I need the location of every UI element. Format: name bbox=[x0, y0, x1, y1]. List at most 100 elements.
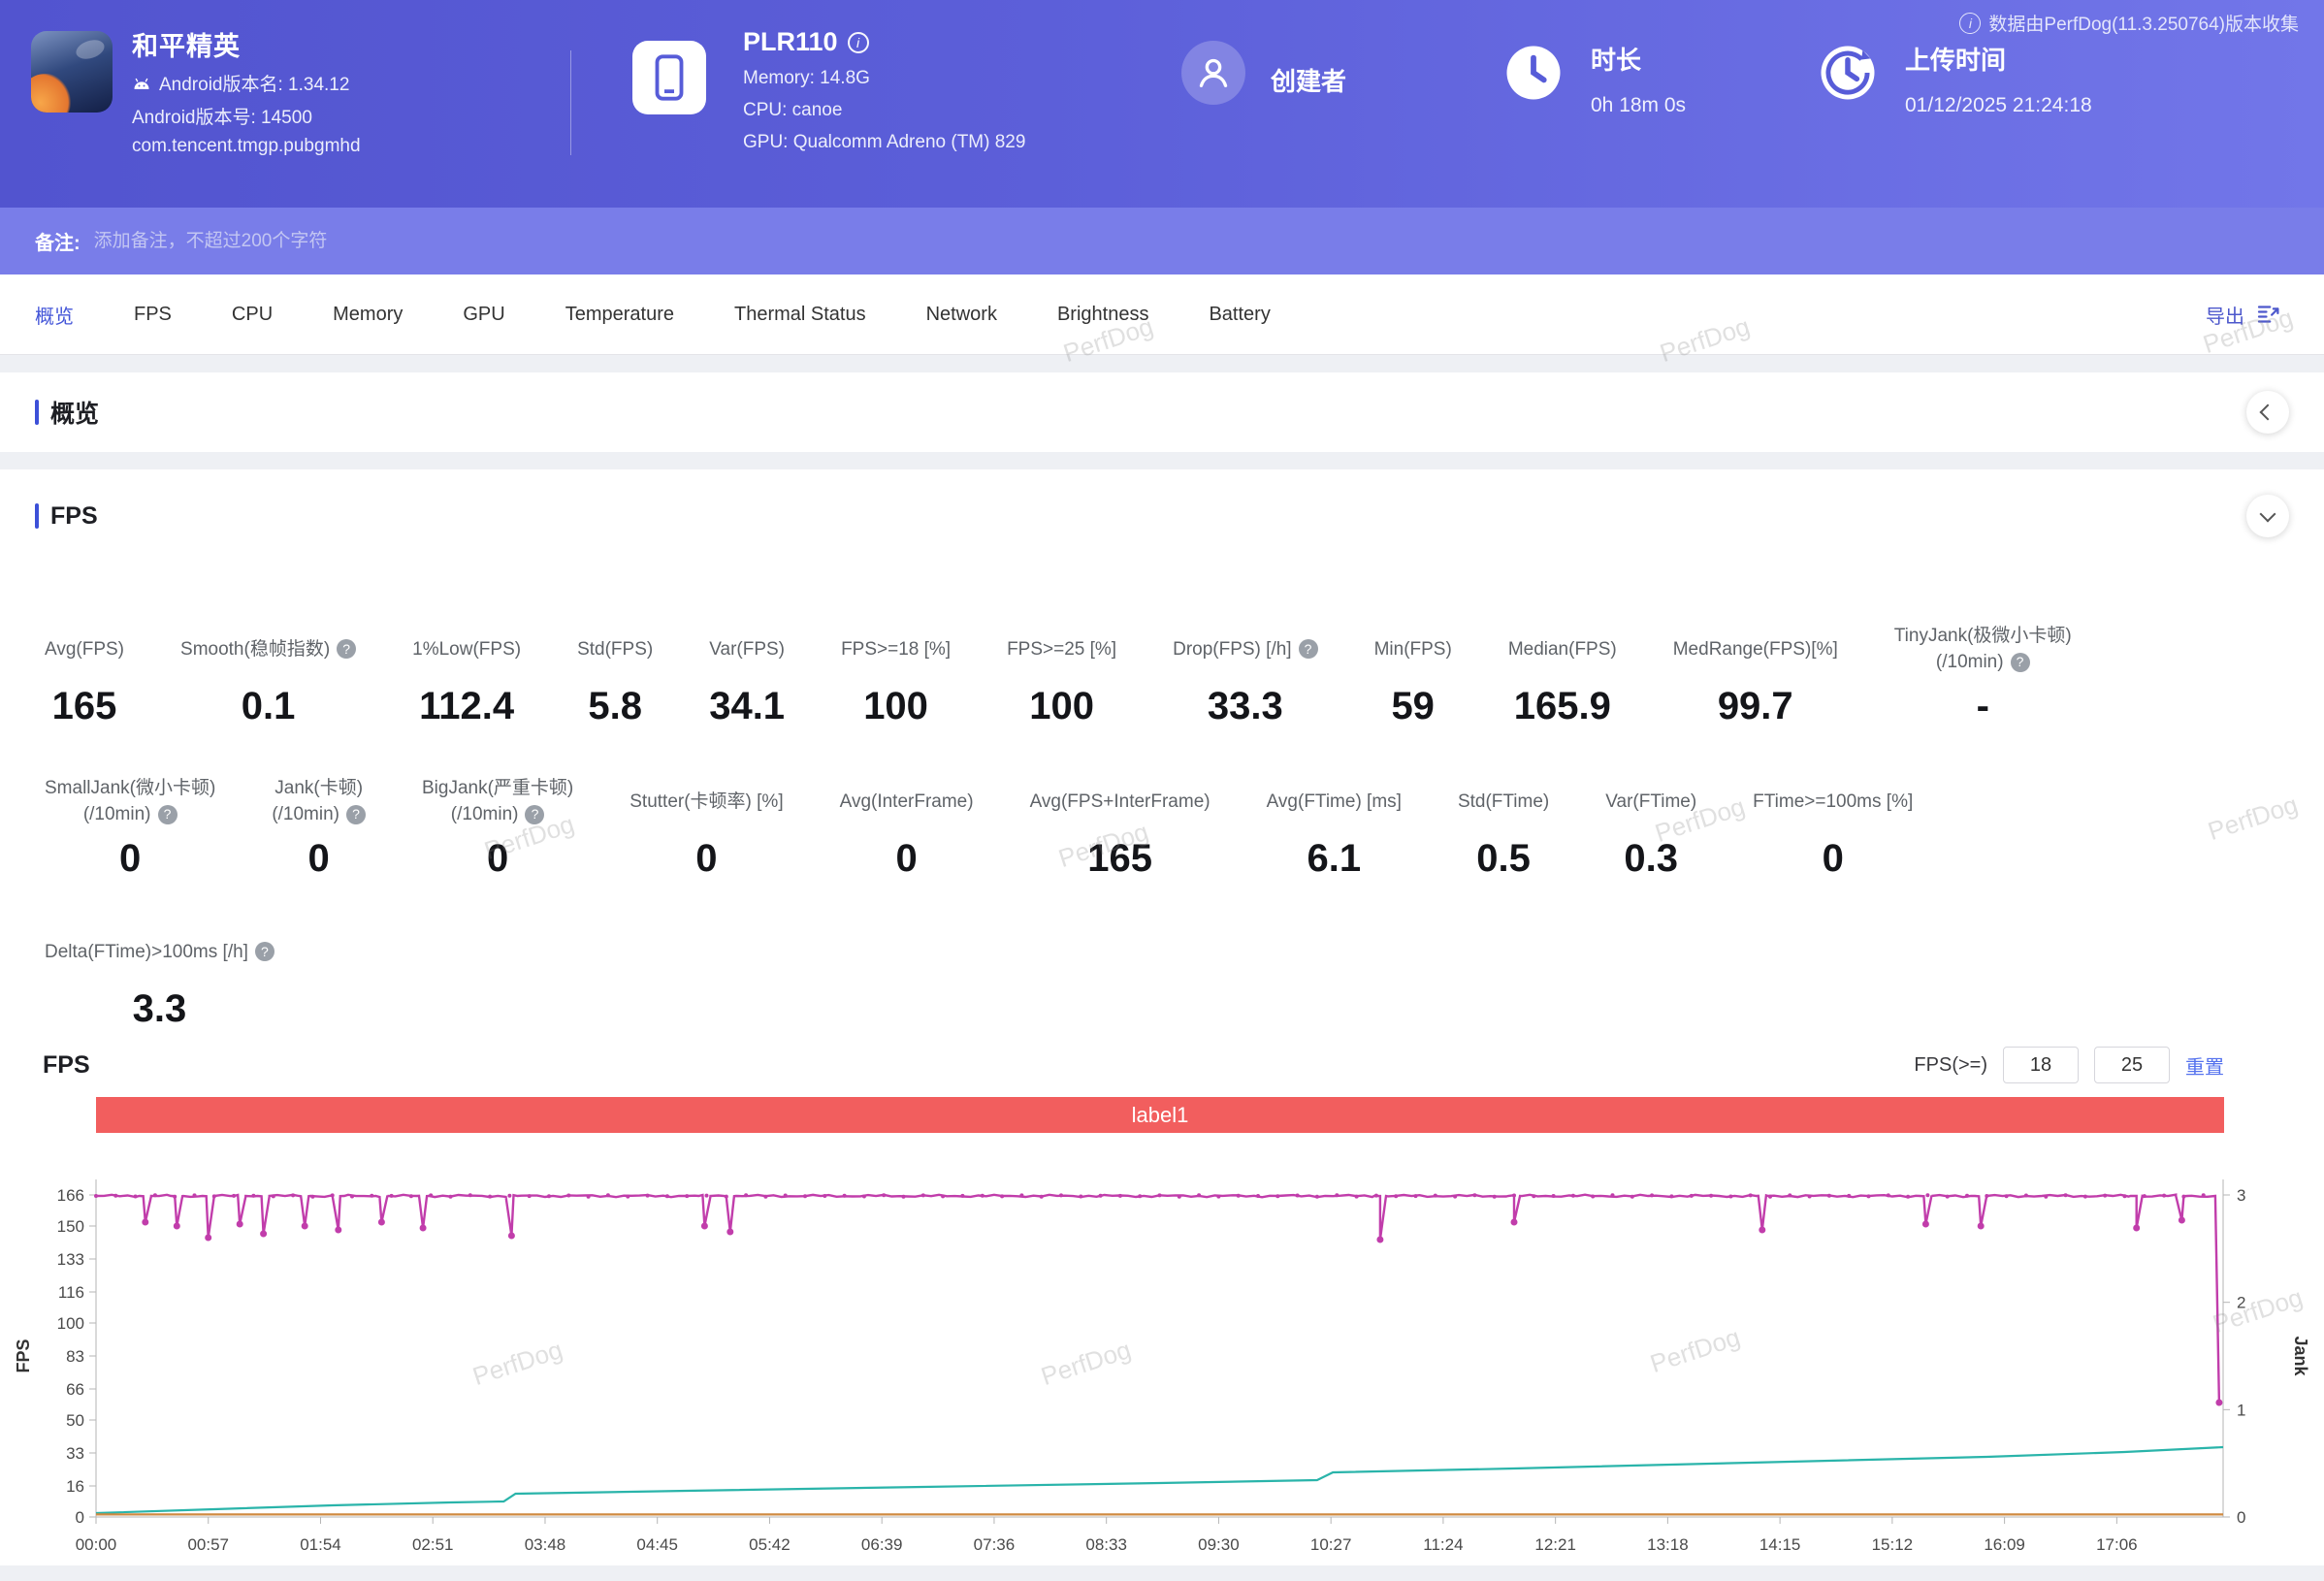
tab-thermal-status[interactable]: Thermal Status bbox=[734, 304, 866, 326]
metric-item: BigJank(严重卡顿)(/10min)?0 bbox=[422, 773, 573, 881]
metric-value: 99.7 bbox=[1718, 685, 1793, 728]
overview-collapse-button[interactable] bbox=[2246, 391, 2289, 434]
metric-value: 0.5 bbox=[1476, 837, 1531, 881]
metric-value: 33.3 bbox=[1208, 685, 1283, 728]
app-info: 和平精英 Android版本名: 1.34.12 Android版本号: 145… bbox=[132, 25, 361, 157]
fps-threshold-input-2[interactable] bbox=[2094, 1047, 2170, 1083]
app-icon bbox=[31, 31, 113, 113]
metric-item: Drop(FPS) [/h]?33.3 bbox=[1173, 621, 1317, 728]
tab-list: 概览 FPS CPU Memory GPU Temperature Thermal Stat… bbox=[35, 301, 1271, 329]
chevron-down-icon bbox=[2260, 505, 2276, 522]
device-info-icon[interactable]: i bbox=[848, 32, 869, 53]
duration-value: 0h 18m 0s bbox=[1591, 94, 1686, 117]
metric-item: Std(FTime)0.5 bbox=[1458, 773, 1549, 881]
svg-text:03:48: 03:48 bbox=[525, 1535, 566, 1554]
collect-info-text: 数据由PerfDog(11.3.250764)版本收集 bbox=[1988, 10, 2299, 36]
help-icon[interactable]: ? bbox=[255, 942, 274, 961]
svg-text:2: 2 bbox=[2237, 1294, 2245, 1312]
tab-brightness[interactable]: Brightness bbox=[1057, 304, 1149, 326]
overview-section-title: 概览 bbox=[35, 395, 99, 430]
svg-text:33: 33 bbox=[66, 1444, 84, 1463]
header-divider bbox=[570, 50, 571, 155]
svg-text:13:18: 13:18 bbox=[1647, 1535, 1689, 1554]
device-info: PLR110 i Memory: 14.8G CPU: canoe GPU: Q… bbox=[743, 27, 1025, 153]
svg-text:0: 0 bbox=[2237, 1508, 2245, 1527]
fps-line-chart[interactable]: 16615013311610083665033160321000:0000:57… bbox=[0, 1137, 2324, 1565]
upload-time-value: 01/12/2025 21:24:18 bbox=[1905, 94, 2092, 117]
fps-metrics-row-2: SmallJank(微小卡顿)(/10min)?0Jank(卡顿)(/10min… bbox=[0, 773, 2324, 881]
metric-item: FTime>=100ms [%]0 bbox=[1753, 773, 1913, 881]
svg-text:3: 3 bbox=[2237, 1186, 2245, 1205]
help-icon[interactable]: ? bbox=[525, 805, 544, 824]
help-icon[interactable]: ? bbox=[158, 805, 178, 824]
metric-item: Stutter(卡顿率) [%]0 bbox=[629, 773, 783, 881]
metric-value: 34.1 bbox=[709, 685, 785, 728]
section-accent-bar bbox=[35, 400, 39, 425]
upload-time-block: 上传时间 01/12/2025 21:24:18 bbox=[1816, 41, 2092, 117]
tab-memory[interactable]: Memory bbox=[333, 304, 403, 326]
svg-text:83: 83 bbox=[66, 1347, 84, 1366]
remark-label: 备注: bbox=[35, 227, 81, 255]
fps-collapse-button[interactable] bbox=[2246, 495, 2289, 537]
chart-label1-banner: label1 bbox=[96, 1097, 2224, 1133]
export-button[interactable]: 导出 bbox=[2206, 274, 2283, 354]
chevron-left-icon bbox=[2260, 404, 2276, 421]
metric-value: 100 bbox=[1029, 685, 1094, 728]
phone-icon bbox=[632, 41, 706, 114]
fps-section-title: FPS bbox=[35, 502, 98, 531]
export-label: 导出 bbox=[2206, 301, 2244, 329]
tab-cpu[interactable]: CPU bbox=[232, 304, 273, 326]
metric-item: Min(FPS)59 bbox=[1374, 621, 1452, 728]
svg-text:17:06: 17:06 bbox=[2096, 1535, 2138, 1554]
fps-threshold-label: FPS(>=) bbox=[1914, 1054, 1987, 1077]
tab-battery[interactable]: Battery bbox=[1209, 304, 1270, 326]
device-gpu: GPU: Qualcomm Adreno (TM) 829 bbox=[743, 132, 1025, 153]
remark-input[interactable] bbox=[94, 231, 2289, 252]
device-memory: Memory: 14.8G bbox=[743, 68, 1025, 89]
metric-value: 165 bbox=[1087, 837, 1152, 881]
svg-text:09:30: 09:30 bbox=[1198, 1535, 1240, 1554]
metric-item: Smooth(稳帧指数)?0.1 bbox=[180, 621, 356, 728]
metric-value: 59 bbox=[1391, 685, 1435, 728]
tab-fps[interactable]: FPS bbox=[134, 304, 172, 326]
metric-value: 0 bbox=[1823, 837, 1844, 881]
svg-text:04:45: 04:45 bbox=[636, 1535, 678, 1554]
metric-value: 0.1 bbox=[242, 685, 296, 728]
report-content: 概览 FPS Avg(FPS)165Smooth(稳帧指数)?0.11%Low(… bbox=[0, 355, 2324, 1565]
upload-time-label: 上传时间 bbox=[1905, 41, 2092, 77]
export-icon bbox=[2254, 300, 2283, 329]
fps-threshold-controls: FPS(>=) 重置 bbox=[1914, 1047, 2224, 1083]
metric-value: 0 bbox=[895, 837, 917, 881]
app-title: 和平精英 bbox=[132, 25, 361, 63]
metric-item: Var(FPS)34.1 bbox=[709, 621, 785, 728]
metric-value: 0 bbox=[308, 837, 330, 881]
help-icon[interactable]: ? bbox=[2011, 653, 2030, 672]
fps-metrics-row-3: Delta(FTime)>100ms [/h]?3.3 bbox=[0, 923, 2324, 1031]
fps-chart-header: FPS FPS(>=) 重置 bbox=[0, 1047, 2324, 1083]
metric-item: Delta(FTime)>100ms [/h]?3.3 bbox=[45, 923, 274, 1031]
metric-item: Var(FTime)0.3 bbox=[1605, 773, 1696, 881]
tab-network[interactable]: Network bbox=[926, 304, 997, 326]
svg-text:116: 116 bbox=[58, 1283, 84, 1302]
metric-item: Avg(InterFrame)0 bbox=[840, 773, 974, 881]
fps-threshold-input-1[interactable] bbox=[2003, 1047, 2079, 1083]
android-version-code: Android版本号: 14500 bbox=[132, 103, 312, 129]
svg-text:50: 50 bbox=[66, 1411, 84, 1430]
metric-value: 0 bbox=[119, 837, 141, 881]
reset-link[interactable]: 重置 bbox=[2185, 1051, 2224, 1080]
tab-bar: 概览 FPS CPU Memory GPU Temperature Thermal Stat… bbox=[0, 274, 2324, 355]
remark-bar: 备注: bbox=[0, 208, 2324, 274]
svg-text:0: 0 bbox=[76, 1508, 84, 1527]
help-icon[interactable]: ? bbox=[346, 805, 366, 824]
svg-text:00:00: 00:00 bbox=[76, 1535, 117, 1554]
help-icon[interactable]: ? bbox=[337, 639, 356, 659]
report-header: i 数据由PerfDog(11.3.250764)版本收集 和平精英 Andro… bbox=[0, 0, 2324, 208]
clock-icon bbox=[1501, 41, 1565, 105]
tab-temperature[interactable]: Temperature bbox=[565, 304, 674, 326]
metric-item: Avg(FPS)165 bbox=[45, 621, 124, 728]
metric-value: 0.3 bbox=[1624, 837, 1678, 881]
tab-gpu[interactable]: GPU bbox=[463, 304, 504, 326]
section-accent-bar bbox=[35, 503, 39, 529]
help-icon[interactable]: ? bbox=[1299, 639, 1318, 659]
tab-概览[interactable]: 概览 bbox=[35, 301, 74, 329]
